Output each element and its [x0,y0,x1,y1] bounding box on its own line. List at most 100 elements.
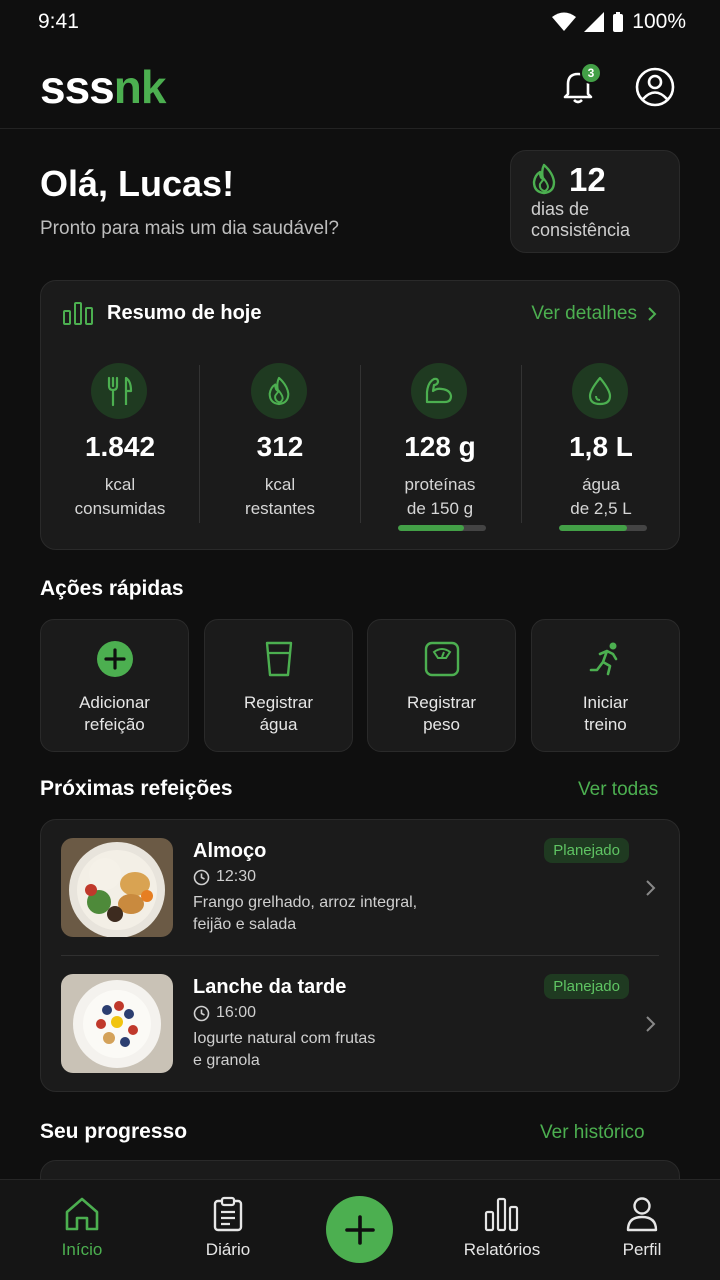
running-icon [589,642,618,676]
muscle-icon [425,377,453,404]
meal-name: Lanche da tarde [193,976,347,998]
bar-chart-icon [484,1197,519,1232]
add-meal-button[interactable]: Adicionar refeição [40,619,189,752]
plus-icon [344,1214,375,1245]
add-fab-button[interactable] [326,1196,393,1263]
status-badge: Planejado [544,974,629,999]
meal-time-value: 16:00 [216,1004,257,1021]
chevron-right-icon [646,880,656,896]
user-icon [626,1197,658,1232]
nav-label: Relatórios [463,1240,541,1259]
stat-label-line2: de 150 g [406,499,474,518]
log-weight-button[interactable]: Registrar peso [367,619,516,752]
meal-item[interactable]: Lanche da tarde 16:00 Iogurte natural co… [41,956,679,1092]
stat-icon-bg [572,363,628,419]
action-label: Iniciar treino [532,692,679,736]
nav-diary[interactable]: Diário [173,1196,283,1260]
action-label-line2: refeição [84,715,145,734]
status-badge: Planejado [544,838,629,863]
nav-label: Perfil [622,1240,662,1259]
logo-part-1: sss [40,61,115,113]
action-label-line1: Registrar [244,693,313,712]
stat-value: 128 g [404,431,476,462]
action-label-line1: Registrar [407,693,476,712]
greeting-title: Olá, Lucas! [40,163,235,204]
status-bar: 9:41 100% [0,0,720,44]
stat-label-line2: consumidas [74,499,166,518]
profile-avatar-icon[interactable] [634,66,676,108]
nav-label: Diário [205,1240,251,1259]
action-label-line2: peso [423,715,460,734]
action-label: Registrar água [205,692,352,736]
stat-label: kcal restantes [201,473,359,521]
protein-progress-bar [398,525,486,531]
stat-value: 1,8 L [569,431,633,462]
stat-icon-bg [251,363,307,419]
stat-label-line2: de 2,5 L [570,499,632,518]
streak-label: dias de consistência [531,199,630,241]
streak-card[interactable]: 12 dias de consistência [510,150,680,253]
flame-icon [532,163,556,195]
stat-calories-consumed[interactable]: 1.842 kcal consumidas [41,361,201,531]
meal-time: 16:00 [193,1004,256,1022]
stat-icon-bg [91,363,147,419]
start-workout-button[interactable]: Iniciar treino [531,619,680,752]
log-water-button[interactable]: Registrar água [204,619,353,752]
nav-home[interactable]: Início [27,1196,137,1260]
flame-icon [268,376,290,406]
stat-water[interactable]: 1,8 L água de 2,5 L [522,361,682,531]
stat-protein[interactable]: 128 g proteínas de 150 g [361,361,521,531]
summary-header: Resumo de hoje [63,301,261,325]
clock-icon [193,1005,210,1021]
meal-description: Frango grelhado, arroz integral, feijão … [193,892,473,936]
meal-time: 12:30 [193,868,256,886]
progress-title: Seu progresso [40,1120,188,1143]
app-logo: sssnk [40,61,167,113]
bottom-navigation: Início Diário Relatórios Perfil [0,1179,720,1280]
stat-label: proteínas de 150 g [361,473,519,521]
daily-summary-card: Resumo de hoje Ver detalhes 1.842 kcal c… [40,280,680,550]
yogurt-bowl-image [61,974,173,1073]
greeting-subtitle: Pronto para mais um dia saudável? [40,218,339,239]
stat-label-line1: água [582,475,620,494]
logo-part-2: nk [113,61,167,113]
see-details-link[interactable]: Ver detalhes [531,303,657,325]
wifi-icon [552,12,577,31]
clipboard-icon [213,1196,243,1232]
status-time: 9:41 [38,10,79,33]
meal-description-line2: feijão e salada [193,916,297,933]
chevron-right-icon [648,307,657,321]
action-label: Adicionar refeição [41,692,188,736]
action-label-line1: Iniciar [582,693,629,712]
see-all-meals-link[interactable]: Ver todas [578,779,658,801]
see-history-link[interactable]: Ver histórico [540,1122,645,1144]
nav-label: Início [61,1240,103,1259]
utensils-icon [107,376,133,407]
scale-icon [424,641,460,677]
stat-icon-bg [411,363,467,419]
chevron-right-icon [646,1016,656,1032]
stat-label-line1: kcal [264,475,296,494]
glass-icon [265,641,293,677]
water-drop-icon [588,376,612,406]
meal-description-line1: Frango grelhado, arroz integral, [193,894,418,911]
meal-item[interactable]: Almoço 12:30 Frango grelhado, arroz inte… [41,820,679,956]
notification-badge: 3 [580,62,602,84]
bar-chart-icon [63,302,93,325]
stat-calories-remaining[interactable]: 312 kcal restantes [201,361,361,531]
streak-label-line2: consistência [531,220,631,240]
meal-description-line1: Iogurte natural com frutas [193,1030,376,1047]
streak-value: 12 [569,161,606,198]
battery-icon [613,12,624,32]
stat-label-line1: proteínas [404,475,476,494]
action-label-line2: treino [584,715,627,734]
upcoming-meals-title: Próximas refeições [40,777,233,800]
nav-reports[interactable]: Relatórios [447,1196,557,1260]
action-label-line1: Adicionar [79,693,150,712]
quick-actions-title: Ações rápidas [40,577,184,600]
progress-fill [398,525,464,531]
see-details-label: Ver detalhes [531,303,637,324]
stat-label: água de 2,5 L [522,473,680,521]
divider [199,365,200,523]
nav-profile[interactable]: Perfil [587,1196,697,1260]
